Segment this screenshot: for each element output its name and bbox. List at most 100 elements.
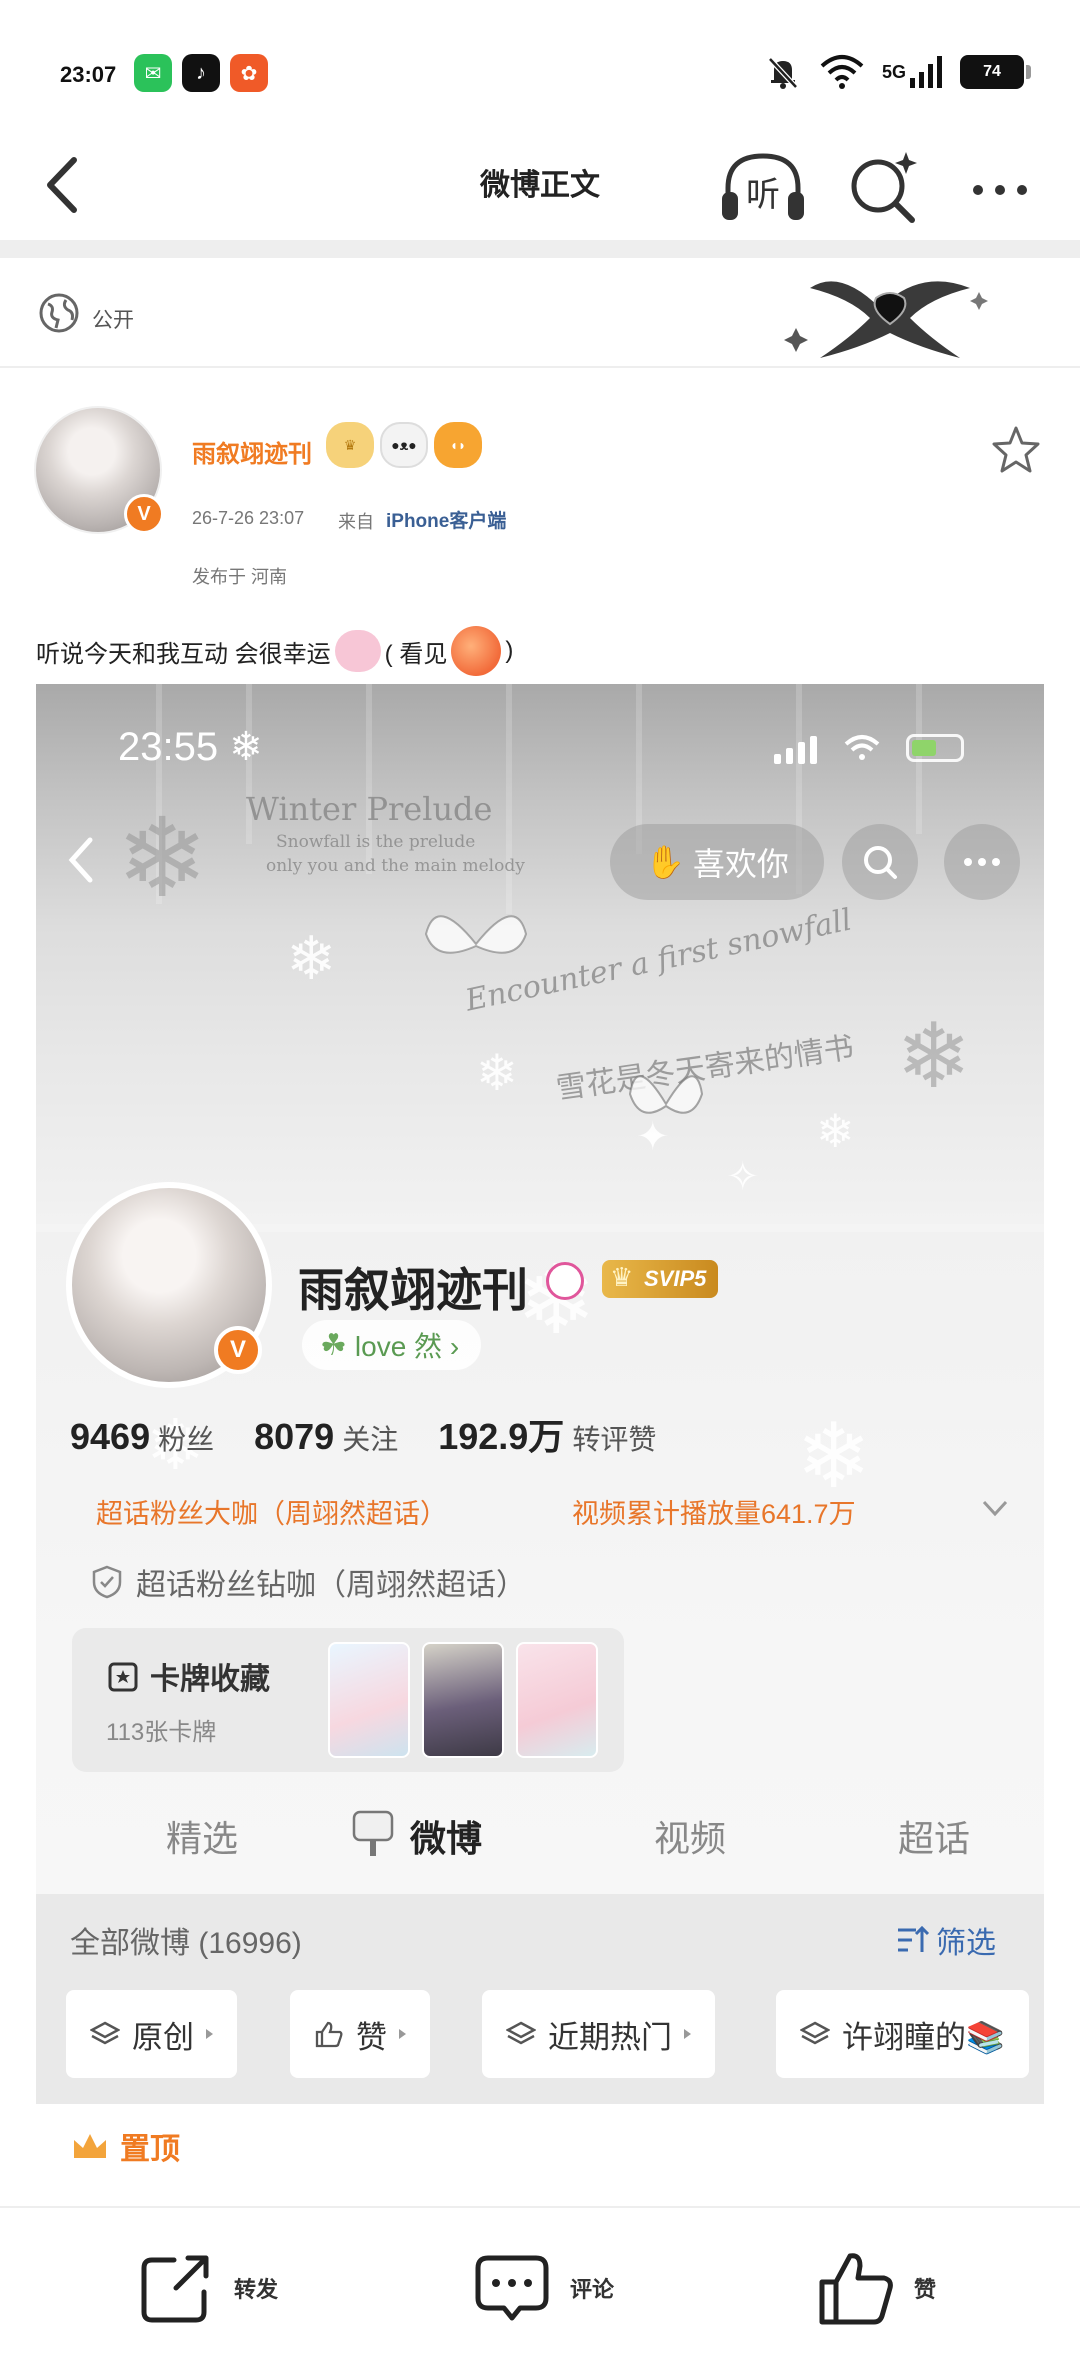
mute-bell-icon — [768, 57, 798, 89]
inner-tab-weibo: 微博 — [410, 1818, 483, 1859]
follow-count: 8079 — [254, 1416, 335, 1457]
inner-cards-title-label: 卡牌收藏 — [150, 1663, 270, 1696]
banner-sub2: only you and the main melody — [266, 856, 525, 876]
banner-sub1: Snowfall is the prelude — [276, 832, 476, 852]
inner-profile-stats: 9469 粉丝 8079 关注 192.9万 转评赞 — [70, 1408, 656, 1460]
inner-chip-recent-hot-label: 近期热门 — [548, 2019, 672, 2055]
inner-tab-supertopic: 超话 — [898, 1818, 971, 1859]
like-button[interactable]: 赞 — [816, 2248, 936, 2328]
card-thumbnail — [328, 1642, 410, 1758]
post-location: 发布于 河南 — [192, 567, 288, 587]
inner-pin-badge-icon — [546, 1262, 584, 1300]
visibility-label: 公开 — [92, 309, 134, 332]
battery-level: 74 — [983, 63, 1001, 80]
author-name[interactable]: 雨叙翊迹刊 — [192, 434, 312, 469]
crown-badge-icon[interactable]: ♛ — [326, 422, 374, 468]
butterfly-decor-icon — [628, 1075, 704, 1114]
inner-filter-panel: 全部微博 (16996) 筛选 原创 赞 近期热门 许翊瞳的📚 — [36, 1894, 1044, 2104]
rabbit-emoji-icon — [334, 630, 381, 672]
decorative-x-heart-icon — [784, 281, 988, 358]
panda-badge-icon[interactable]: ●ᴥ● — [380, 422, 428, 468]
layers-icon — [800, 2021, 830, 2045]
thumb-up-icon — [819, 2253, 893, 2325]
bottom-action-bar: 转发 评论 赞 — [0, 2206, 1080, 2372]
status-bar: 23:07 ✉ ♪ ✿ 5G 74 — [0, 0, 1080, 130]
comment-label: 评论 — [570, 2277, 615, 2302]
inner-verified-badge-icon: V — [214, 1326, 262, 1374]
ai-search-icon[interactable] — [842, 146, 924, 228]
interact-count: 192.9万 — [438, 1416, 565, 1457]
inner-cards-count: 113张卡牌 — [106, 1719, 217, 1746]
inner-like-you-button: ✋ 喜欢你 — [610, 824, 824, 900]
thumb-up-icon — [315, 2021, 343, 2048]
inner-chip-custom-label: 许翊瞳的📚 — [842, 2019, 1005, 2055]
post-from-label: 来自 — [338, 512, 374, 532]
repost-label: 转发 — [234, 2277, 279, 2302]
inner-badge-diamond: 超话粉丝钻咖（周翊然超话） — [92, 1560, 526, 1604]
inner-hand-icon: ✋ — [645, 844, 685, 880]
inner-profile-tag: ☘ love 然 › — [302, 1320, 482, 1370]
banner-title: Winter Prelude — [246, 790, 493, 828]
post-text: 听说今天和我互动 会很幸运 ( 看见 ) — [36, 626, 513, 676]
inner-cards-title: 卡牌收藏 — [106, 1654, 270, 1698]
inner-like-label: 喜欢你 — [692, 846, 789, 882]
butterfly-decor-icon — [424, 915, 528, 954]
fish-badge-icon[interactable]: ◖◗ — [434, 422, 482, 468]
visibility-row: 公开 — [0, 258, 1080, 368]
inner-chip-original: 原创 — [66, 1990, 237, 2078]
comment-button[interactable]: 评论 — [472, 2248, 614, 2328]
inner-more-icon — [944, 824, 1020, 900]
repost-button[interactable]: 转发 — [136, 2248, 278, 2328]
listen-headphone-icon[interactable]: 听 — [718, 148, 808, 228]
post-text-part3: ) — [505, 637, 514, 664]
profile-banner: ❄ ❄ ❄ ❄ ❄ ✦ ✧ Winter Prelude Snowfall is… — [36, 684, 1044, 1224]
comment-icon — [475, 2255, 549, 2321]
kuaikan-icon: ✿ — [230, 54, 268, 92]
inner-tab-video: 视频 — [654, 1818, 727, 1859]
post-image[interactable]: ❄ ❄ ❄ ❄ ❄ ✦ ✧ Winter Prelude Snowfall is… — [36, 684, 1044, 2104]
card-thumbnail — [422, 1642, 504, 1758]
peach-emoji-icon — [451, 626, 502, 676]
card-thumbnail — [516, 1642, 598, 1758]
inner-filter-label: 筛选 — [936, 1927, 996, 1960]
inner-diamond-label: 超话粉丝钻咖（周翊然超话） — [136, 1569, 526, 1602]
author-avatar[interactable]: V — [34, 406, 164, 534]
inner-badge-views: 视频累计播放量641.7万 — [572, 1499, 856, 1529]
post-text-part1: 听说今天和我互动 会很幸运 — [36, 640, 331, 668]
inner-all-weibo-count: 全部微博 (16996) — [70, 1927, 302, 1960]
inner-back-arrow-icon — [68, 837, 93, 883]
inner-tag-label: love 然 › — [354, 1331, 460, 1362]
nav-bar: 微博正文 听 — [0, 130, 1080, 240]
inner-search-icon — [842, 824, 918, 900]
inner-wifi-icon — [844, 735, 880, 760]
snowflake-decor-icon: ❄ — [896, 1007, 972, 1107]
wifi-icon — [820, 55, 864, 89]
inner-tab-featured: 精选 — [166, 1818, 239, 1859]
post-text-part2: ( 看见 — [384, 640, 448, 668]
favorite-star-icon[interactable] — [988, 422, 1044, 478]
section-divider — [0, 240, 1080, 258]
crown-icon — [74, 2134, 106, 2158]
layers-icon — [90, 2021, 120, 2045]
inner-chip-recent-hot: 近期热门 — [482, 1990, 715, 2078]
like-label: 赞 — [914, 2277, 937, 2302]
inner-filter-button: 筛选 — [896, 1918, 996, 1962]
layers-icon — [506, 2021, 536, 2045]
listen-label: 听 — [746, 175, 780, 215]
inner-card-collection: 卡牌收藏 113张卡牌 — [72, 1628, 624, 1772]
more-options-icon[interactable] — [960, 170, 1040, 210]
inner-badge-superfan: 超话粉丝大咖（周翊然超话） — [96, 1499, 447, 1529]
snowflake-decor-icon: ❄ — [286, 925, 337, 992]
card-collection-icon — [108, 1662, 138, 1692]
snowflake-decor-icon: ❄ — [816, 1105, 855, 1157]
repost-icon — [141, 2255, 209, 2323]
inner-chip-like-label: 赞 — [356, 2019, 387, 2055]
filter-icon — [898, 1925, 930, 1952]
wechat-icon: ✉ — [134, 54, 172, 92]
inner-battery-icon — [906, 734, 964, 762]
inner-chip-like: 赞 — [290, 1990, 430, 2078]
post-time: 26-7-26 23:07 — [192, 508, 305, 528]
inner-svip-badge: SVIP5 — [602, 1260, 719, 1298]
follow-label: 关注 — [342, 1424, 399, 1455]
post-client[interactable]: iPhone客户端 — [386, 506, 506, 533]
